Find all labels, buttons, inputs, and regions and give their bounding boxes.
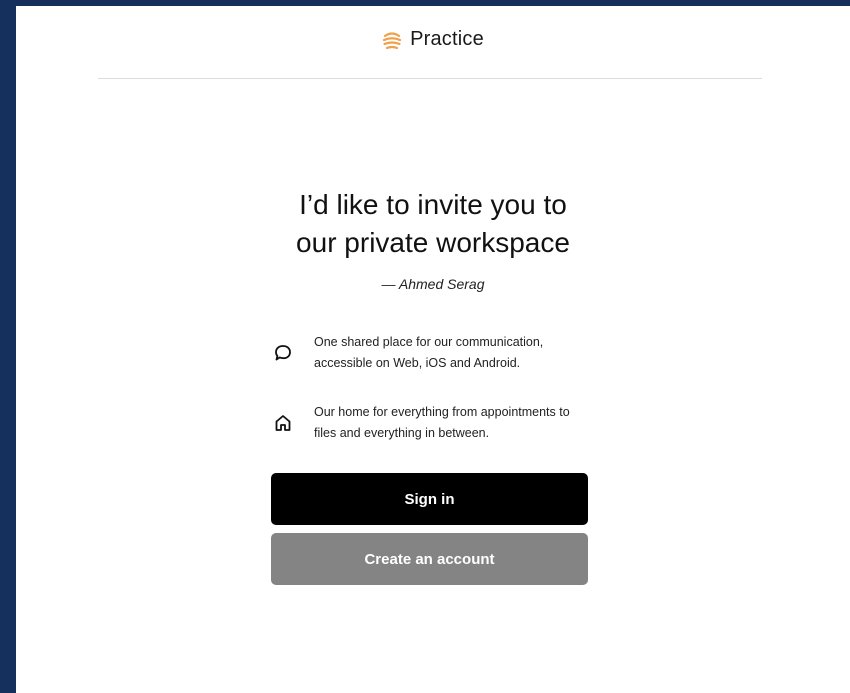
feature-line: One shared place for our communication, <box>314 335 544 349</box>
feature-communication: One shared place for our communication, … <box>272 332 602 374</box>
feature-home: Our home for everything from appointment… <box>272 402 602 444</box>
home-icon <box>272 412 294 434</box>
inviter-attribution: — Ahmed Serag <box>381 276 485 292</box>
feature-line: files and everything in between. <box>314 426 490 440</box>
create-account-button[interactable]: Create an account <box>271 533 588 585</box>
brand-name: Practice <box>410 28 484 50</box>
feature-text: Our home for everything from appointment… <box>314 402 570 444</box>
invite-page: Practice I’d like to invite you to our p… <box>16 6 850 693</box>
chat-bubble-icon <box>272 342 294 364</box>
sign-in-button[interactable]: Sign in <box>271 473 588 525</box>
sun-stripes-icon <box>382 30 402 50</box>
feature-line: accessible on Web, iOS and Android. <box>314 356 521 370</box>
brand-header: Practice <box>16 28 850 51</box>
invite-headline: I’d like to invite you to our private wo… <box>16 186 850 262</box>
header-divider <box>98 78 762 79</box>
headline-line-1: I’d like to invite you to <box>299 189 567 220</box>
feature-line: Our home for everything from appointment… <box>314 405 570 419</box>
headline-line-2: our private workspace <box>296 227 570 258</box>
feature-text: One shared place for our communication, … <box>314 332 543 374</box>
